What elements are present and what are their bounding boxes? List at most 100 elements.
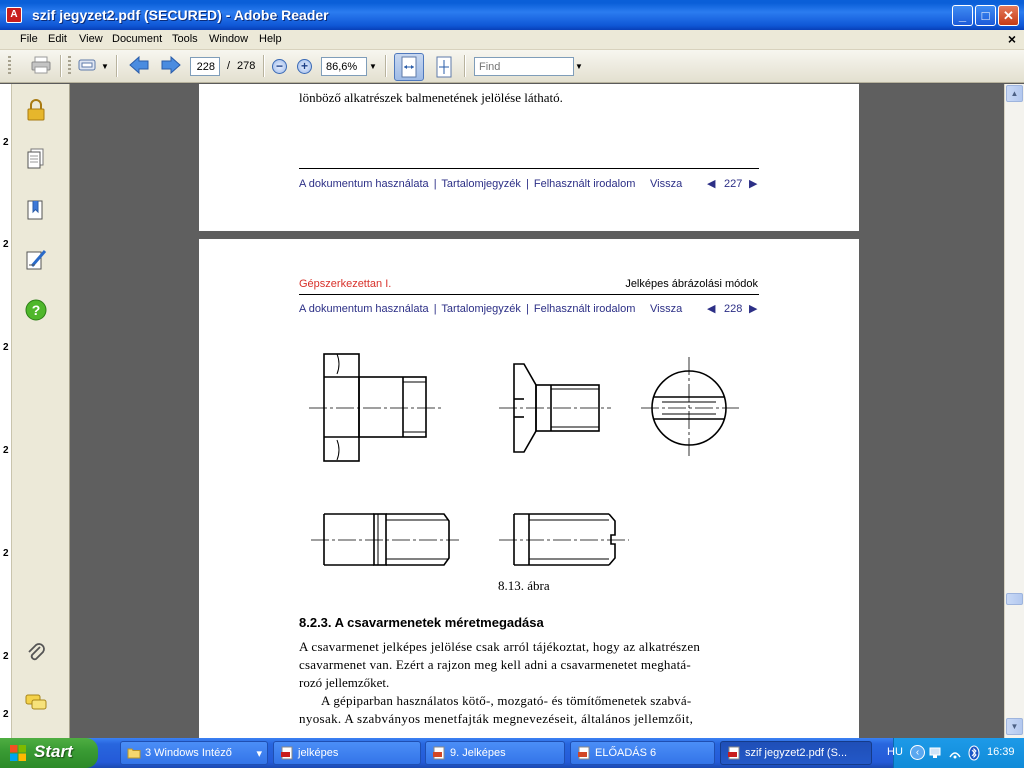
link-back[interactable]: Vissza [650, 303, 682, 315]
strip-number: 2 [3, 137, 9, 148]
link-references[interactable]: Felhasznált irodalom [534, 178, 636, 190]
scroll-up-arrow-icon[interactable]: ▲ [1006, 85, 1023, 102]
link-document-usage[interactable]: A dokumentum használata [299, 178, 429, 190]
section-heading: 8.2.3. A csavarmenetek méretmegadása [299, 615, 544, 630]
wireless-icon[interactable] [947, 745, 963, 761]
strip-number: 2 [3, 651, 9, 662]
menu-tools[interactable]: Tools [172, 33, 198, 45]
header-left-title: Gépszerkezettan I. [299, 278, 392, 290]
next-page-arrow-icon[interactable]: ▶ [749, 302, 757, 315]
link-document-usage[interactable]: A dokumentum használata [299, 303, 429, 315]
zoom-dropdown[interactable]: ▼ [366, 57, 380, 76]
next-page-arrow-icon[interactable]: ▶ [749, 177, 757, 190]
menu-file[interactable]: File [20, 33, 38, 45]
maximize-button[interactable]: □ [975, 5, 996, 26]
print-icon[interactable] [28, 55, 54, 77]
pdf-document-icon [728, 746, 740, 760]
toolbar-separator [385, 55, 387, 77]
prev-page-arrow-icon[interactable]: ◀ [707, 302, 715, 315]
presentation-icon [433, 746, 445, 760]
document-close-button[interactable]: × [1008, 31, 1016, 47]
zoom-out-icon[interactable]: − [272, 59, 287, 74]
taskbar-item-adobe-reader[interactable]: szif jegyzet2.pdf (S... [720, 741, 872, 765]
nav-separator: | [525, 178, 529, 190]
zoom-input[interactable] [321, 57, 367, 76]
minimize-button[interactable]: _ [952, 5, 973, 26]
task-label: szif jegyzet2.pdf (S... [745, 747, 848, 759]
taskbar-item-9-jelkepes[interactable]: 9. Jelképes [425, 741, 565, 765]
toolbar-grip[interactable] [8, 56, 11, 76]
paragraph-line: nyosak. A szabványos menetfajták megneve… [299, 711, 694, 726]
bookmarks-icon[interactable] [24, 198, 48, 222]
prev-page-arrow-icon[interactable]: ◀ [707, 177, 715, 190]
toolbar-separator [464, 55, 466, 77]
pages-icon[interactable] [24, 147, 48, 171]
help-icon[interactable]: ? [24, 298, 48, 322]
thread-drawing-figure [309, 353, 739, 566]
strip-number: 2 [3, 548, 9, 559]
menu-edit[interactable]: Edit [48, 33, 67, 45]
document-view[interactable]: lönböző alkatrészek balmenetének jelölés… [70, 84, 1004, 738]
link-table-of-contents[interactable]: Tartalomjegyzék [441, 303, 520, 315]
scroll-thumb[interactable] [1006, 593, 1023, 605]
folder-icon [127, 748, 141, 759]
menu-window[interactable]: Window [209, 33, 248, 45]
background-window-strip: 2 2 2 2 2 2 2 [0, 84, 12, 738]
security-lock-icon[interactable] [24, 98, 48, 122]
next-page-icon[interactable] [158, 55, 184, 77]
zoom-in-icon[interactable]: + [297, 59, 312, 74]
fit-page-button[interactable] [429, 53, 459, 81]
close-button[interactable]: ✕ [998, 5, 1019, 26]
footer-rule [299, 168, 759, 169]
vertical-scrollbar[interactable]: ▲ ▼ [1004, 84, 1024, 738]
toolbar-separator [60, 55, 62, 77]
taskbar-item-windows-explorer[interactable]: 3 Windows Intéző ▾ [120, 741, 268, 765]
menu-document[interactable]: Document [112, 33, 162, 45]
clock[interactable]: 16:39 [987, 746, 1015, 758]
adobe-reader-icon[interactable]: A [6, 7, 22, 23]
menu-help[interactable]: Help [259, 33, 282, 45]
taskbar-item-jelkepes[interactable]: jelképes [273, 741, 421, 765]
page-nav-links: A dokumentum használata | Tartalomjegyzé… [299, 303, 635, 315]
page-227: lönböző alkatrészek balmenetének jelölés… [199, 84, 859, 231]
hand-tool-icon[interactable] [74, 55, 100, 77]
strip-number: 2 [3, 342, 9, 353]
menu-view[interactable]: View [79, 33, 103, 45]
fit-width-button[interactable] [394, 53, 424, 81]
strip-number: 2 [3, 709, 9, 720]
taskbar-item-eloadas-6[interactable]: ELŐADÁS 6 [570, 741, 715, 765]
link-references[interactable]: Felhasznált irodalom [534, 303, 636, 315]
system-tray: HU ‹ 16:39 [887, 738, 1024, 768]
toolbar: ▼ / 278 − + ▼ ▼ [0, 50, 1024, 83]
comments-icon[interactable] [24, 691, 48, 715]
toolbar-separator [263, 55, 265, 77]
start-button[interactable]: Start [0, 738, 98, 768]
paragraph-line: A gépiparban használatos kötő-, mozgató-… [321, 693, 692, 708]
windows-logo-icon [10, 745, 26, 761]
language-indicator[interactable]: HU [887, 746, 903, 758]
page-number-input[interactable] [190, 57, 220, 76]
body-text-line: lönböző alkatrészek balmenetének jelölés… [299, 90, 563, 105]
scroll-down-arrow-icon[interactable]: ▼ [1006, 718, 1023, 735]
previous-page-icon[interactable] [126, 55, 152, 77]
page-number: 228 [724, 303, 743, 315]
page-total: 278 [237, 60, 256, 72]
nav-separator: | [433, 178, 437, 190]
attachments-paperclip-icon[interactable] [24, 641, 48, 665]
bluetooth-icon[interactable] [966, 745, 982, 761]
task-label: jelképes [298, 747, 339, 759]
network-icon[interactable] [928, 745, 944, 761]
show-hidden-icons-icon[interactable]: ‹ [910, 745, 925, 760]
nav-separator: | [433, 303, 437, 315]
link-table-of-contents[interactable]: Tartalomjegyzék [441, 178, 520, 190]
task-label: 3 Windows Intéző [145, 747, 232, 759]
task-label: ELŐADÁS 6 [595, 747, 657, 759]
find-dropdown[interactable]: ▼ [572, 57, 586, 76]
menu-bar: File Edit View Document Tools Window Hel… [0, 30, 1024, 50]
task-label: 9. Jelképes [450, 747, 506, 759]
find-input[interactable] [474, 57, 574, 76]
toolbar-grip[interactable] [68, 56, 71, 76]
hand-tool-dropdown[interactable]: ▼ [98, 57, 112, 76]
link-back[interactable]: Vissza [650, 178, 682, 190]
signatures-icon[interactable] [24, 248, 48, 272]
